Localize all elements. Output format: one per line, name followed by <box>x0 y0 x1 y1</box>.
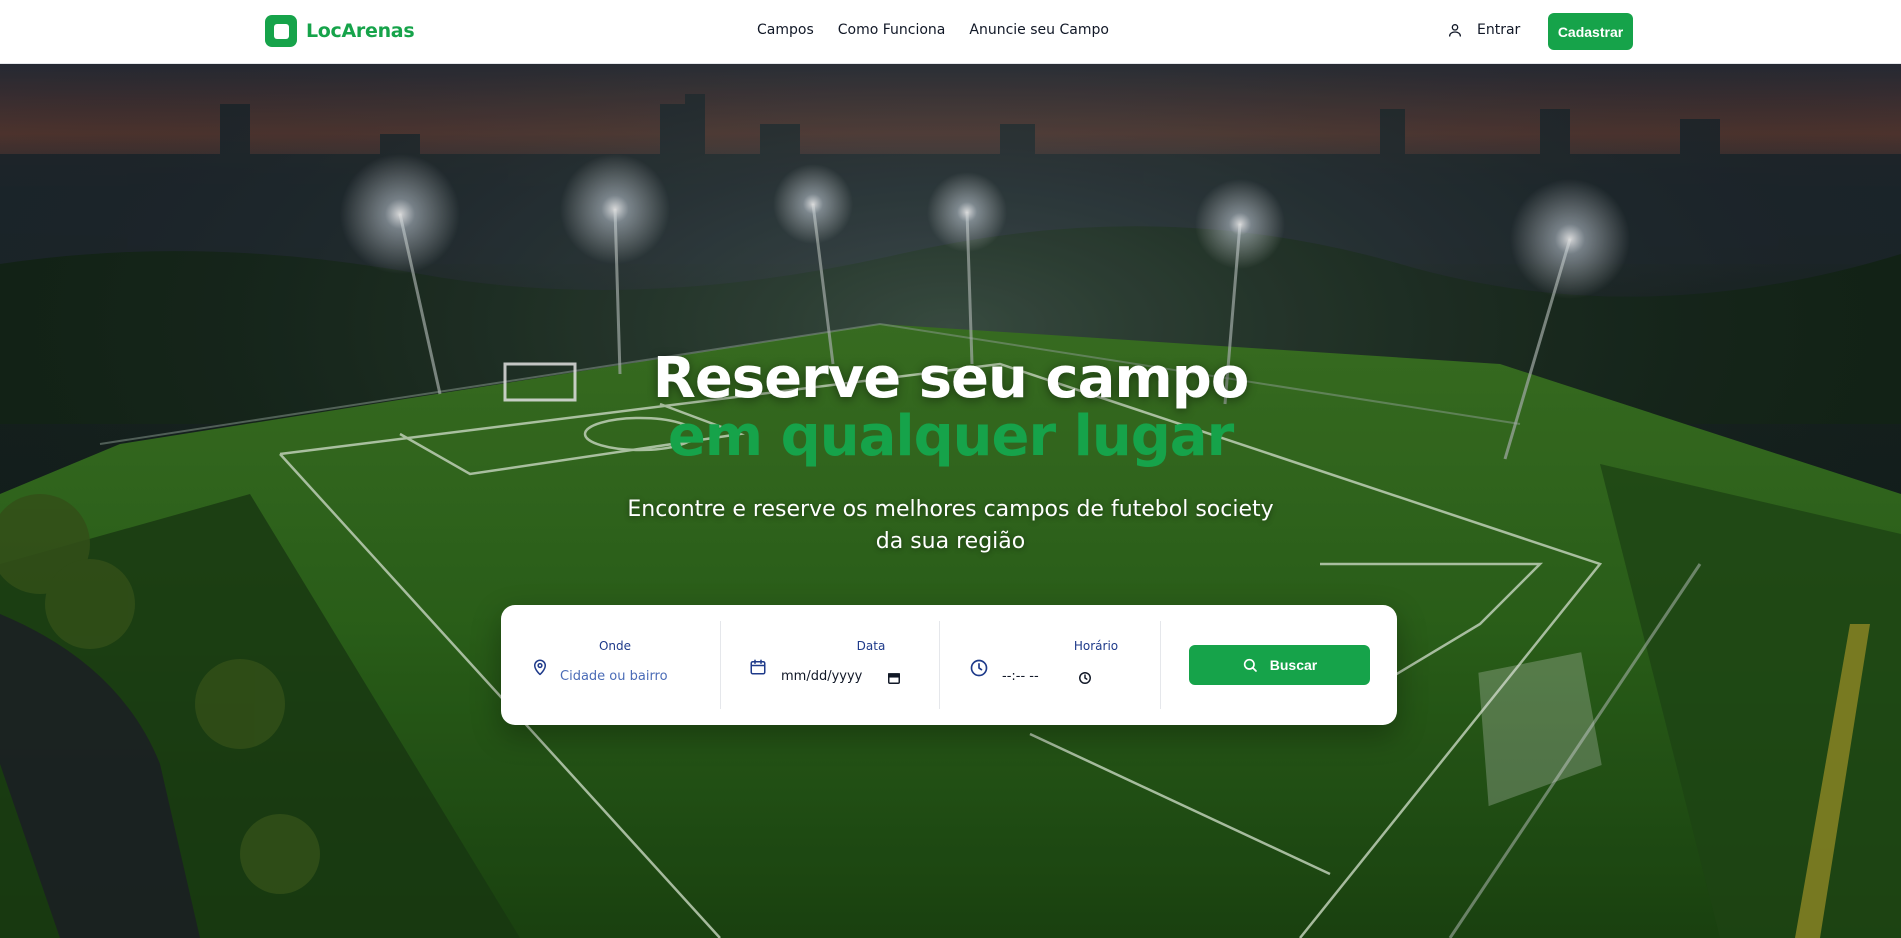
login-link[interactable]: Entrar <box>1447 22 1520 38</box>
site-header: LocArenas Campos Como Funciona Anuncie s… <box>0 0 1901 64</box>
date-input[interactable]: mm/dd/yyyy <box>781 669 862 684</box>
hero-title-line2: em qualquer lugar <box>667 404 1234 469</box>
hero-section: Reserve seu campo em qualquer lugar Enco… <box>0 64 1901 938</box>
divider <box>720 621 721 709</box>
date-field[interactable]: Data mm/dd/yyyy <box>749 621 921 709</box>
search-button[interactable]: Buscar <box>1189 645 1370 685</box>
where-input[interactable]: Cidade ou bairro <box>560 669 668 684</box>
calendar-icon <box>750 659 766 675</box>
map-pin-icon <box>534 659 546 676</box>
nav-item-campos[interactable]: Campos <box>757 22 814 38</box>
time-field[interactable]: Horário --:-- -- <box>969 621 1139 709</box>
hero-subtitle: Encontre e reserve os melhores campos de… <box>627 497 1274 554</box>
signup-button[interactable]: Cadastrar <box>1548 13 1633 50</box>
clock-icon <box>970 659 988 677</box>
where-field[interactable]: Onde Cidade ou bairro <box>529 621 701 709</box>
calendar-picker-icon[interactable] <box>887 671 901 685</box>
login-label: Entrar <box>1477 22 1521 38</box>
time-input[interactable]: --:-- -- <box>1002 669 1039 684</box>
user-icon <box>1449 24 1461 37</box>
brand-name: LocArenas <box>306 20 415 42</box>
logo-icon <box>265 15 297 47</box>
search-icon <box>1243 658 1257 672</box>
where-label: Onde <box>598 639 632 653</box>
hero-title-line1: Reserve seu campo <box>652 346 1250 411</box>
nav-item-anuncie[interactable]: Anuncie seu Campo <box>969 22 1109 38</box>
divider <box>1160 621 1161 709</box>
main-nav: Campos Como Funciona Anuncie seu Campo <box>757 22 1133 38</box>
search-button-label: Buscar <box>1269 657 1318 673</box>
time-picker-icon[interactable] <box>1078 671 1092 685</box>
nav-item-como-funciona[interactable]: Como Funciona <box>838 22 946 38</box>
date-label: Data <box>856 639 886 653</box>
search-panel: Onde Cidade ou bairro Data mm/dd/yyyy Ho… <box>501 605 1397 725</box>
time-label: Horário <box>1073 639 1119 653</box>
divider <box>939 621 940 709</box>
hero-title: Reserve seu campo em qualquer lugar <box>0 350 1901 466</box>
brand-logo[interactable]: LocArenas <box>265 15 415 47</box>
